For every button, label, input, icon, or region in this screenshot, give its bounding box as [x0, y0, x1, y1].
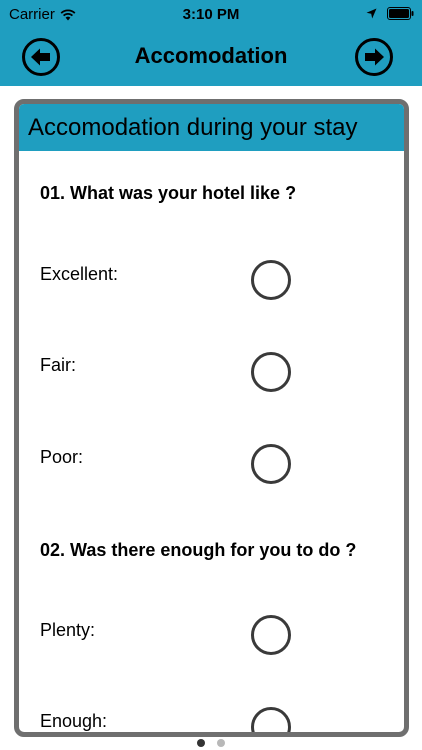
status-right	[366, 7, 414, 20]
card-header: Accomodation during your stay	[19, 104, 404, 151]
option-label-enough: Enough:	[40, 711, 108, 731]
option-label-excellent: Excellent:	[40, 264, 119, 284]
question-2: 02. Was there enough for you to do ?	[40, 540, 357, 560]
option-label-fair: Fair:	[40, 355, 76, 375]
page-dot-2[interactable]	[217, 739, 225, 747]
next-button[interactable]	[354, 37, 394, 77]
option-label-poor: Poor:	[40, 447, 84, 467]
top-bar: Carrier 3:10 PM Accomodation	[0, 0, 422, 86]
radio-fair[interactable]	[251, 352, 291, 392]
radio-excellent[interactable]	[251, 260, 291, 300]
radio-plenty[interactable]	[251, 615, 291, 655]
question-1: 01. What was your hotel like ?	[40, 183, 297, 203]
radio-poor[interactable]	[251, 444, 291, 484]
page-indicator[interactable]	[0, 739, 422, 747]
survey-card: Accomodation during your stay 01. What w…	[14, 99, 409, 737]
status-time: 3:10 PM	[182, 6, 240, 23]
location-arrow-icon	[366, 8, 377, 19]
page-dot-1[interactable]	[197, 739, 205, 747]
card-header-title: Accomodation during your stay	[28, 114, 358, 141]
arrow-right-circle-icon	[355, 38, 393, 76]
radio-enough[interactable]	[251, 707, 291, 732]
battery-icon	[387, 7, 414, 20]
status-bar: Carrier 3:10 PM	[0, 0, 422, 30]
option-label-plenty: Plenty:	[40, 620, 96, 640]
